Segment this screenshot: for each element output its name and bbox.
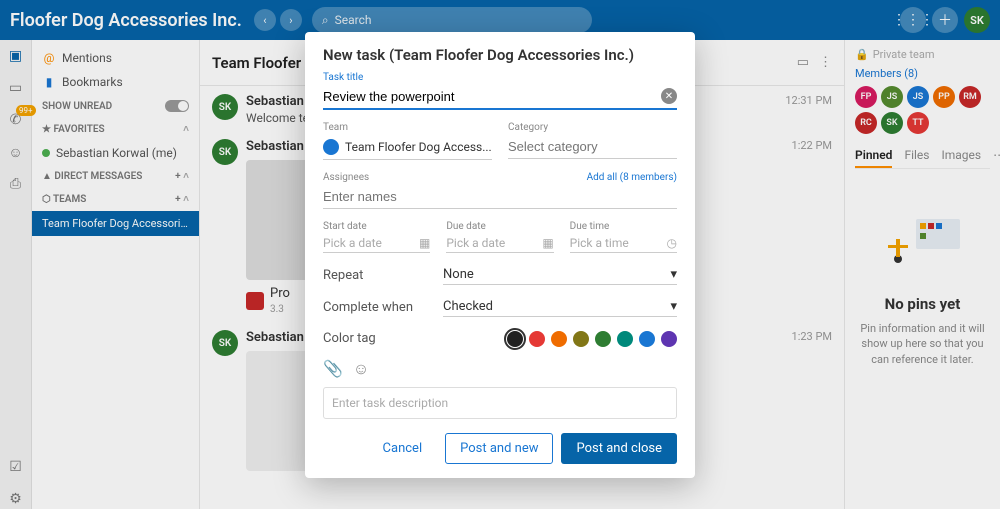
color-swatch[interactable] <box>595 331 611 347</box>
color-swatch[interactable] <box>507 331 523 347</box>
color-tag-label: Color tag <box>323 331 443 346</box>
team-label: Team <box>323 122 492 133</box>
due-time-input[interactable]: Pick a time◷ <box>570 234 677 253</box>
emoji-icon[interactable]: ☺ <box>353 359 369 379</box>
complete-when-select[interactable]: Checked▾ <box>443 299 677 317</box>
post-and-close-button[interactable]: Post and close <box>561 433 677 464</box>
color-swatch[interactable] <box>617 331 633 347</box>
start-date-input[interactable]: Pick a date▦ <box>323 234 430 253</box>
category-label: Category <box>508 122 677 133</box>
start-date-label: Start date <box>323 221 430 232</box>
calendar-icon: ▦ <box>419 236 430 250</box>
modal-overlay[interactable]: New task (Team Floofer Dog Accessories I… <box>0 0 1000 509</box>
complete-when-label: Complete when <box>323 300 443 315</box>
task-title-label: Task title <box>323 72 677 83</box>
color-swatch[interactable] <box>573 331 589 347</box>
team-icon <box>323 139 339 155</box>
due-date-input[interactable]: Pick a date▦ <box>446 234 553 253</box>
repeat-select[interactable]: None▾ <box>443 267 677 285</box>
post-and-new-button[interactable]: Post and new <box>445 433 553 464</box>
due-date-label: Due date <box>446 221 553 232</box>
cancel-button[interactable]: Cancel <box>368 433 438 464</box>
assignees-input[interactable] <box>323 185 677 209</box>
modal-title: New task (Team Floofer Dog Accessories I… <box>323 46 677 64</box>
task-title-input[interactable] <box>323 85 661 108</box>
team-select[interactable]: Team Floofer Dog Access... <box>323 135 492 160</box>
color-swatches <box>443 331 677 347</box>
color-swatch[interactable] <box>661 331 677 347</box>
color-swatch[interactable] <box>639 331 655 347</box>
clear-title-icon[interactable]: ✕ <box>661 88 677 104</box>
attach-icon[interactable]: 📎 <box>323 359 343 379</box>
due-time-label: Due time <box>570 221 677 232</box>
color-swatch[interactable] <box>529 331 545 347</box>
category-input[interactable] <box>508 135 677 159</box>
calendar-icon: ▦ <box>542 236 553 250</box>
chevron-down-icon: ▾ <box>670 299 677 314</box>
description-input[interactable]: Enter task description <box>323 387 677 419</box>
chevron-down-icon: ▾ <box>670 267 677 282</box>
new-task-modal: New task (Team Floofer Dog Accessories I… <box>305 32 695 478</box>
clock-icon: ◷ <box>667 236 677 250</box>
add-all-link[interactable]: Add all (8 members) <box>587 172 677 183</box>
color-swatch[interactable] <box>551 331 567 347</box>
repeat-label: Repeat <box>323 268 443 283</box>
